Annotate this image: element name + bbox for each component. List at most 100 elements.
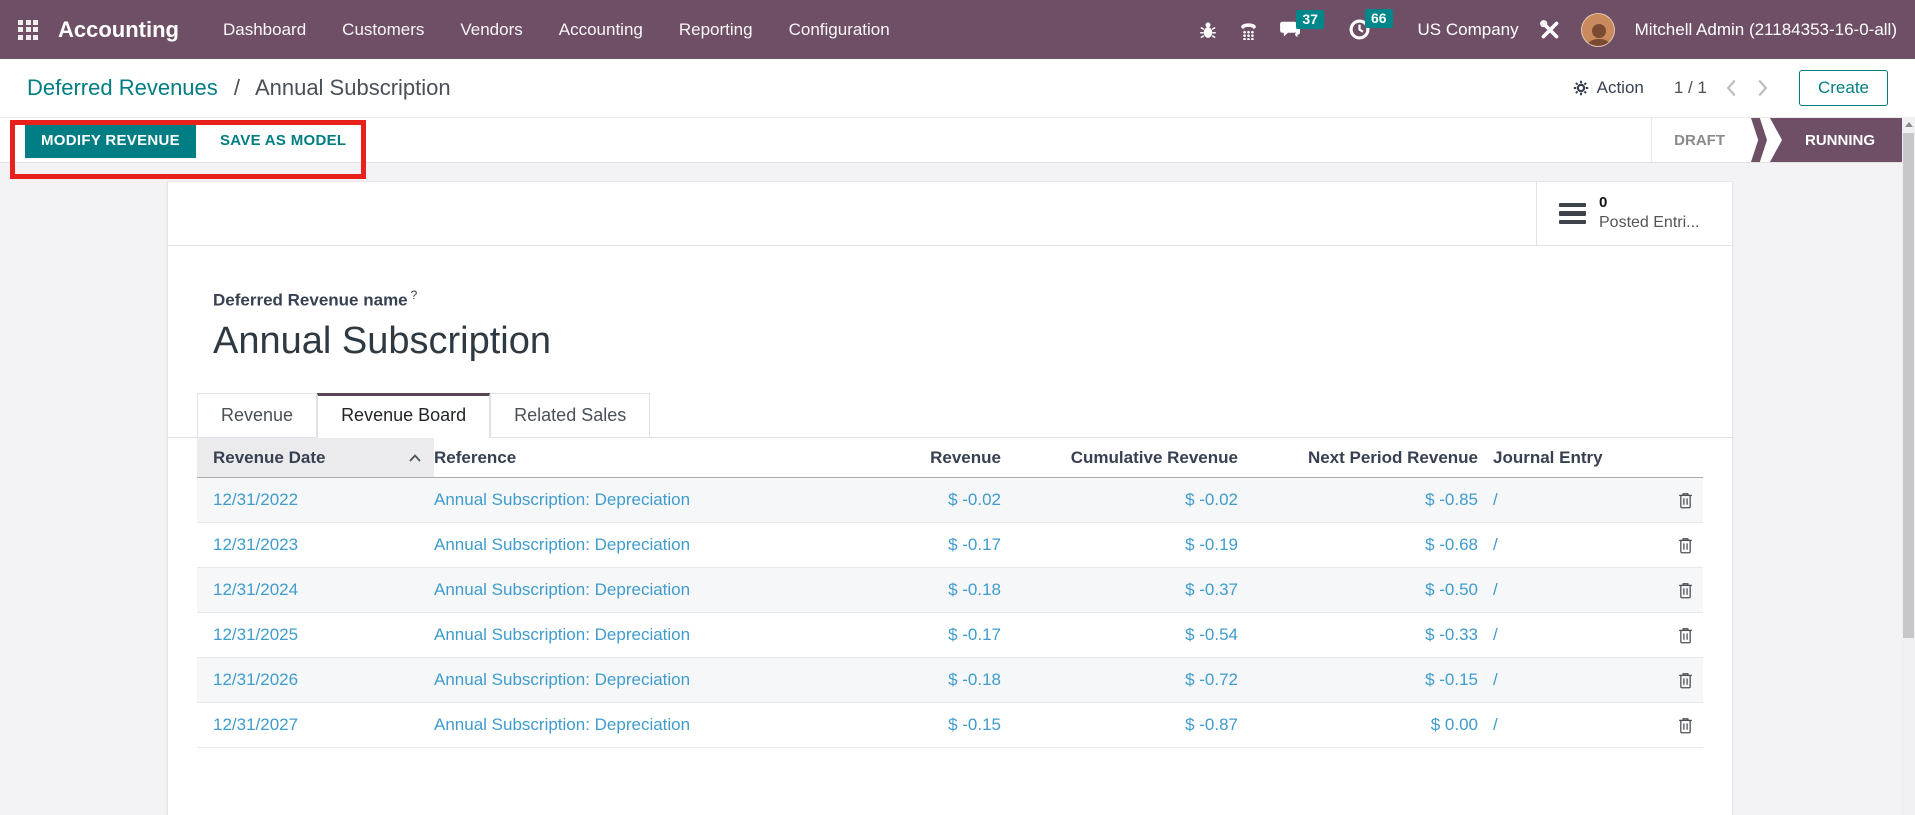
breadcrumb-parent-link[interactable]: Deferred Revenues [27, 75, 218, 100]
cell-journal-entry[interactable]: / [1488, 625, 1628, 645]
delete-icon[interactable] [1678, 627, 1693, 644]
nav-item-vendors[interactable]: Vendors [460, 20, 522, 40]
cell-cumulative-revenue[interactable]: $ -0.87 [1011, 715, 1248, 735]
status-state-draft[interactable]: DRAFT [1652, 118, 1747, 162]
user-avatar[interactable] [1581, 13, 1615, 47]
column-header-journal-entry[interactable]: Journal Entry [1488, 438, 1628, 477]
cell-journal-entry[interactable]: / [1488, 670, 1628, 690]
status-arrow-icon [1751, 118, 1767, 162]
column-header-reference[interactable]: Reference [434, 438, 774, 477]
cell-revenue-date[interactable]: 12/31/2022 [197, 490, 434, 510]
revenue-board-table: Revenue Date Reference Revenue Cumulativ… [168, 438, 1732, 748]
nav-item-reporting[interactable]: Reporting [679, 20, 753, 40]
cell-reference[interactable]: Annual Subscription: Depreciation [434, 670, 774, 690]
cell-revenue-date[interactable]: 12/31/2025 [197, 625, 434, 645]
cell-next-period-revenue[interactable]: $ -0.33 [1248, 625, 1488, 645]
messages-icon[interactable]: 37 [1279, 20, 1329, 40]
tab-revenue-board[interactable]: Revenue Board [317, 393, 490, 438]
cell-journal-entry[interactable]: / [1488, 580, 1628, 600]
delete-icon[interactable] [1678, 672, 1693, 689]
cell-revenue[interactable]: $ -0.17 [774, 625, 1011, 645]
delete-icon[interactable] [1678, 537, 1693, 554]
cell-next-period-revenue[interactable]: $ 0.00 [1248, 715, 1488, 735]
table-header-row: Revenue Date Reference Revenue Cumulativ… [197, 438, 1703, 478]
cell-reference[interactable]: Annual Subscription: Depreciation [434, 625, 774, 645]
delete-icon[interactable] [1678, 582, 1693, 599]
table-row[interactable]: 12/31/2023 Annual Subscription: Deprecia… [197, 523, 1703, 568]
cell-journal-entry[interactable]: / [1488, 490, 1628, 510]
table-row[interactable]: 12/31/2022 Annual Subscription: Deprecia… [197, 478, 1703, 523]
posted-entries-stat-button[interactable]: 0 Posted Entri... [1536, 182, 1732, 245]
scrollbar-up-arrow-icon[interactable] [1902, 117, 1915, 132]
modify-revenue-button[interactable]: MODIFY REVENUE [25, 123, 196, 158]
cell-reference[interactable]: Annual Subscription: Depreciation [434, 490, 774, 510]
cell-revenue[interactable]: $ -0.18 [774, 670, 1011, 690]
cell-cumulative-revenue[interactable]: $ -0.54 [1011, 625, 1248, 645]
deferred-revenue-name-label: Deferred Revenue name [213, 290, 408, 309]
save-as-model-button[interactable]: SAVE AS MODEL [214, 131, 352, 150]
sort-asc-icon [408, 453, 422, 463]
cell-cumulative-revenue[interactable]: $ -0.19 [1011, 535, 1248, 555]
cell-revenue-date[interactable]: 12/31/2024 [197, 580, 434, 600]
pager-previous-icon[interactable] [1725, 78, 1738, 98]
tab-related-sales[interactable]: Related Sales [490, 393, 650, 438]
user-menu[interactable]: Mitchell Admin (21184353-16-0-all) [1635, 20, 1897, 40]
apps-grid-icon[interactable] [18, 20, 38, 40]
activity-clock-icon[interactable]: 66 [1349, 19, 1398, 40]
company-switcher[interactable]: US Company [1418, 20, 1519, 40]
status-state-running[interactable]: RUNNING [1770, 118, 1902, 162]
cell-cumulative-revenue[interactable]: $ -0.72 [1011, 670, 1248, 690]
record-title[interactable]: Annual Subscription [213, 320, 1732, 363]
cell-reference[interactable]: Annual Subscription: Depreciation [434, 715, 774, 735]
posted-entries-label: Posted Entri... [1599, 213, 1700, 234]
cell-journal-entry[interactable]: / [1488, 715, 1628, 735]
table-row[interactable]: 12/31/2025 Annual Subscription: Deprecia… [197, 613, 1703, 658]
cell-cumulative-revenue[interactable]: $ -0.02 [1011, 490, 1248, 510]
cell-journal-entry[interactable]: / [1488, 535, 1628, 555]
cell-reference[interactable]: Annual Subscription: Depreciation [434, 535, 774, 555]
pager-next-icon[interactable] [1756, 78, 1769, 98]
cell-next-period-revenue[interactable]: $ -0.15 [1248, 670, 1488, 690]
column-header-cumulative-revenue[interactable]: Cumulative Revenue [1011, 438, 1248, 477]
table-row[interactable]: 12/31/2027 Annual Subscription: Deprecia… [197, 703, 1703, 748]
cell-revenue-date[interactable]: 12/31/2026 [197, 670, 434, 690]
app-brand[interactable]: Accounting [58, 17, 179, 43]
cell-revenue[interactable]: $ -0.17 [774, 535, 1011, 555]
breadcrumb-current: Annual Subscription [255, 75, 451, 100]
create-button[interactable]: Create [1799, 70, 1888, 106]
breadcrumb-separator: / [234, 75, 240, 100]
phone-icon[interactable] [1238, 19, 1259, 40]
cell-reference[interactable]: Annual Subscription: Depreciation [434, 580, 774, 600]
nav-item-accounting[interactable]: Accounting [559, 20, 643, 40]
cell-cumulative-revenue[interactable]: $ -0.37 [1011, 580, 1248, 600]
scrollbar-thumb[interactable] [1903, 133, 1914, 638]
nav-menu: Dashboard Customers Vendors Accounting R… [223, 20, 890, 40]
help-icon[interactable]: ? [411, 288, 418, 302]
cell-next-period-revenue[interactable]: $ -0.68 [1248, 535, 1488, 555]
notebook-tabs: Revenue Revenue Board Related Sales [168, 393, 1732, 438]
action-menu-button[interactable]: Action [1573, 78, 1644, 98]
column-header-revenue[interactable]: Revenue [774, 438, 1011, 477]
cell-next-period-revenue[interactable]: $ -0.50 [1248, 580, 1488, 600]
column-header-next-period-revenue[interactable]: Next Period Revenue [1248, 438, 1488, 477]
tab-revenue[interactable]: Revenue [197, 393, 317, 438]
posted-entries-count: 0 [1599, 193, 1700, 213]
cell-revenue[interactable]: $ -0.02 [774, 490, 1011, 510]
cell-next-period-revenue[interactable]: $ -0.85 [1248, 490, 1488, 510]
delete-icon[interactable] [1678, 492, 1693, 509]
table-row[interactable]: 12/31/2024 Annual Subscription: Deprecia… [197, 568, 1703, 613]
delete-icon[interactable] [1678, 717, 1693, 734]
tools-icon[interactable] [1539, 19, 1561, 41]
cell-revenue-date[interactable]: 12/31/2027 [197, 715, 434, 735]
table-row[interactable]: 12/31/2026 Annual Subscription: Deprecia… [197, 658, 1703, 703]
bug-icon[interactable] [1198, 20, 1218, 40]
nav-item-customers[interactable]: Customers [342, 20, 424, 40]
vertical-scrollbar[interactable] [1902, 117, 1915, 815]
cell-revenue[interactable]: $ -0.15 [774, 715, 1011, 735]
cell-revenue-date[interactable]: 12/31/2023 [197, 535, 434, 555]
cell-revenue[interactable]: $ -0.18 [774, 580, 1011, 600]
nav-systray: 37 66 US Company Mitchell Admin (2118435… [1198, 13, 1897, 47]
nav-item-configuration[interactable]: Configuration [789, 20, 890, 40]
column-header-revenue-date[interactable]: Revenue Date [197, 438, 434, 477]
nav-item-dashboard[interactable]: Dashboard [223, 20, 306, 40]
